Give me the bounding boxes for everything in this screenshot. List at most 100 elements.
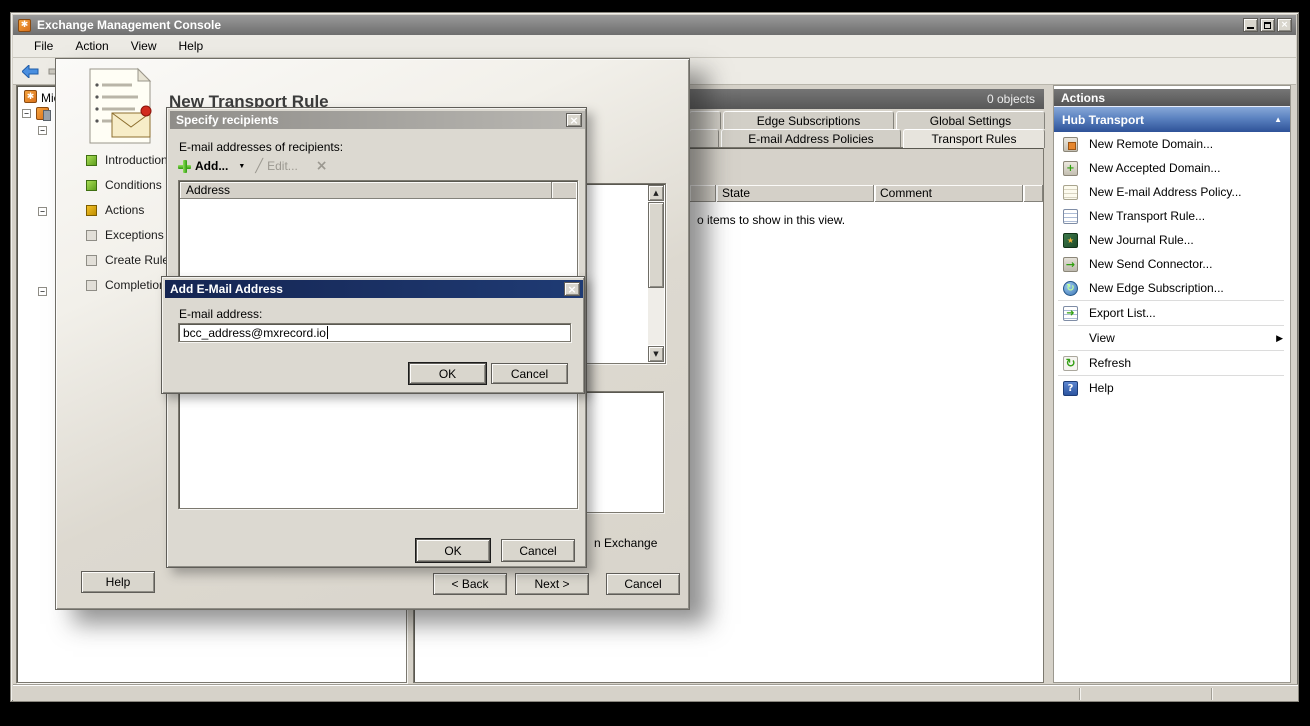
transport-rule-icon (1063, 209, 1078, 224)
hub-transport-section-header[interactable]: Hub Transport ▲ (1054, 106, 1290, 132)
add-email-address-titlebar[interactable]: Add E-Mail Address × (165, 280, 583, 298)
wizard-help-button[interactable]: Help (81, 571, 155, 593)
back-button[interactable] (19, 61, 42, 82)
add-button[interactable]: Add... (195, 159, 228, 173)
export-list-icon: ➜ (1063, 306, 1078, 321)
send-connector-icon: → (1063, 257, 1078, 272)
actions-list: New Remote Domain... + New Accepted Doma… (1054, 132, 1290, 682)
scroll-down-icon[interactable]: ▼ (648, 346, 664, 362)
scrollbar-track[interactable] (648, 288, 664, 345)
collapse-icon[interactable]: ▲ (1274, 115, 1282, 124)
background-text-fragment: n Exchange (594, 536, 657, 550)
journal-rule-icon: ★ (1063, 233, 1078, 248)
action-new-send-connector[interactable]: → New Send Connector... (1054, 252, 1290, 276)
minimize-button[interactable] (1243, 18, 1258, 32)
column-header-blank[interactable] (1024, 185, 1043, 202)
step-status-icon (86, 205, 97, 216)
tab-transport-rules[interactable]: Transport Rules (903, 129, 1045, 148)
menu-bar: File Action View Help (13, 35, 1296, 58)
tree-expander-icon[interactable]: − (38, 126, 47, 135)
tree-expander-icon[interactable]: − (38, 207, 47, 216)
delete-icon[interactable]: × (302, 158, 328, 174)
step-status-icon (86, 180, 97, 191)
wizard-step-actions: Actions (86, 203, 144, 217)
scroll-up-icon[interactable]: ▲ (648, 185, 664, 201)
tree-org-icon (36, 107, 49, 120)
tree-root-icon: ✱ (24, 90, 37, 103)
edit-icon: ╱ (255, 159, 263, 174)
actions-pane-title: Actions (1054, 89, 1290, 106)
recipients-field-label: E-mail addresses of recipients: (179, 140, 343, 154)
specify-recipients-titlebar[interactable]: Specify recipients × (170, 111, 585, 129)
accepted-domain-icon: + (1063, 161, 1078, 176)
add-dropdown-icon[interactable]: ▼ (232, 163, 251, 170)
restore-button[interactable] (1260, 18, 1275, 32)
tab-stub-row1[interactable] (689, 111, 721, 129)
step-status-icon (86, 155, 97, 166)
address-column-header-blank[interactable] (552, 182, 576, 199)
refresh-icon: ↻ (1063, 356, 1078, 371)
tab-email-address-policies[interactable]: E-mail Address Policies (721, 129, 901, 147)
exchange-app-icon: ✱ (18, 19, 31, 32)
tab-stub-row2[interactable] (689, 129, 719, 147)
menu-view[interactable]: View (120, 36, 168, 56)
empty-list-message: o items to show in this view. (697, 213, 845, 227)
close-icon[interactable]: × (564, 282, 580, 296)
objects-count: 0 objects (987, 92, 1035, 106)
menu-file[interactable]: File (23, 36, 64, 56)
tree-expander-icon[interactable]: − (38, 287, 47, 296)
scrollbar-thumb[interactable] (648, 202, 664, 288)
specify-ok-button[interactable]: OK (416, 539, 490, 562)
wizard-next-button[interactable]: Next > (515, 573, 589, 595)
action-new-edge-subscription[interactable]: ↻ New Edge Subscription... (1054, 276, 1290, 300)
action-refresh[interactable]: ↻ Refresh (1054, 351, 1290, 375)
address-column-header[interactable]: Address (180, 182, 552, 199)
close-button[interactable]: × (1277, 18, 1292, 32)
menu-action[interactable]: Action (64, 36, 119, 56)
step-status-icon (86, 230, 97, 241)
column-header-stub[interactable] (690, 185, 716, 202)
recipients-toolbar: Add... ▼ ╱ Edit... × (178, 156, 328, 176)
text-caret (327, 326, 328, 339)
tab-edge-subscriptions[interactable]: Edge Subscriptions (723, 111, 894, 129)
transport-rule-wizard-icon (86, 67, 158, 151)
step-status-icon (86, 255, 97, 266)
add-cancel-button[interactable]: Cancel (491, 363, 568, 384)
edit-button[interactable]: Edit... (267, 159, 298, 173)
column-header-state[interactable]: State (717, 185, 874, 202)
wizard-back-button[interactable]: < Back (433, 573, 507, 595)
action-new-email-address-policy[interactable]: New E-mail Address Policy... (1054, 180, 1290, 204)
submenu-arrow-icon: ▶ (1276, 333, 1283, 344)
status-bar (13, 685, 1298, 701)
actions-pane: Actions Hub Transport ▲ New Remote Domai… (1053, 85, 1291, 683)
action-new-transport-rule[interactable]: New Transport Rule... (1054, 204, 1290, 228)
action-new-journal-rule[interactable]: ★ New Journal Rule... (1054, 228, 1290, 252)
action-help[interactable]: ? Help (1054, 376, 1290, 400)
action-view[interactable]: View ▶ (1054, 326, 1290, 350)
column-header-comment[interactable]: Comment (875, 185, 1023, 202)
action-export-list[interactable]: ➜ Export List... (1054, 301, 1290, 325)
back-arrow-icon (22, 65, 39, 78)
add-email-address-dialog: Add E-Mail Address × E-mail address: bcc… (161, 276, 585, 394)
action-new-accepted-domain[interactable]: + New Accepted Domain... (1054, 156, 1290, 180)
tab-global-settings[interactable]: Global Settings (896, 111, 1045, 129)
email-address-input[interactable]: bcc_address@mxrecord.io (178, 323, 571, 342)
wizard-cancel-button[interactable]: Cancel (606, 573, 680, 595)
remote-domain-icon (1063, 137, 1078, 152)
window-titlebar[interactable]: ✱ Exchange Management Console × (13, 15, 1296, 35)
add-ok-button[interactable]: OK (409, 363, 486, 384)
help-icon: ? (1063, 381, 1078, 396)
menu-help[interactable]: Help (168, 36, 215, 56)
specify-cancel-button[interactable]: Cancel (501, 539, 575, 562)
edge-subscription-icon: ↻ (1063, 281, 1078, 296)
email-field-label: E-mail address: (179, 307, 262, 321)
wizard-step-conditions: Conditions (86, 178, 162, 192)
wizard-step-completion: Completion (86, 278, 166, 292)
email-address-policy-icon (1063, 185, 1078, 200)
wizard-step-introduction: Introduction (86, 153, 168, 167)
action-new-remote-domain[interactable]: New Remote Domain... (1054, 132, 1290, 156)
close-icon[interactable]: × (566, 113, 582, 127)
wizard-step-create-rule: Create Rule (86, 253, 169, 267)
wizard-step-exceptions: Exceptions (86, 228, 164, 242)
tree-expander-icon[interactable]: − (22, 109, 31, 118)
